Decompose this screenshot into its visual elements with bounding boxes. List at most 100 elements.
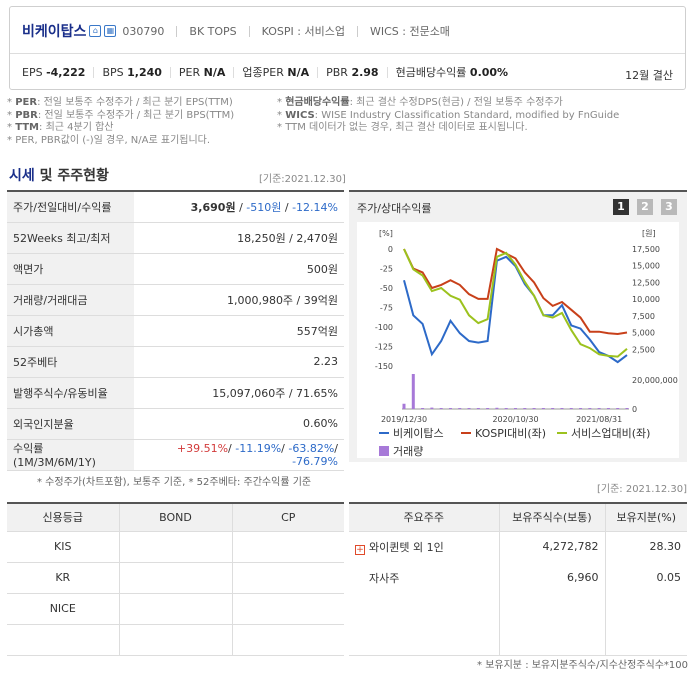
chart-page-3-button[interactable]: 3 [661, 199, 677, 215]
market-value-part: 3,690원 [190, 200, 236, 214]
holder-name[interactable]: + 와이퀸텟 외 1인 [349, 531, 499, 562]
market-value: 2.23 [134, 346, 344, 378]
legend-item-volume: 거래량 [393, 445, 423, 458]
right-tick-label: 2,500 [632, 345, 655, 354]
chart-page-buttons: 1 2 3 [605, 199, 677, 215]
volume-bar [402, 403, 406, 409]
market-value: 0.60% [134, 408, 344, 440]
credit-agency: KR [7, 562, 119, 594]
volume-bar [421, 408, 425, 409]
left-tick-label: -75 [380, 304, 393, 313]
credit-cp [231, 531, 344, 563]
market-value: 500원 [134, 253, 344, 285]
volume-bar [569, 408, 573, 409]
credit-table: 신용등급 BOND CP KIS KR NICE [7, 502, 344, 656]
company-name: 비케이탑스 [22, 24, 87, 40]
market-table: 주가/전일대비/수익률 3,690원 / -510원 / -12.14% 52Wee… [7, 190, 344, 471]
holders-table: 주요주주 보유주식수(보통) 보유지분(%) + 와이퀸텟 외 1인 4,272,… [349, 502, 687, 656]
credit-bond [118, 593, 232, 625]
legend-item-volume-swatch [379, 446, 389, 456]
holders-header-name: 주요주주 [349, 503, 499, 532]
left-axis-unit: [%] [379, 229, 393, 238]
note-dividend: * 현금배당수익률: 최근 결산 수정DPS(현금) / 전일 보통주 수정주가 [277, 97, 563, 108]
market-note: * 수정주가(차트포함), 보통주 기준, * 52주베타: 주간수익률 기준 [37, 477, 312, 488]
table-row: 52주베타 2.23 [7, 346, 344, 378]
metric-bps: BPS 1,240 [102, 67, 171, 78]
table-row: 외국인지분율 0.60% [7, 408, 344, 440]
holder-shares: 4,272,782 [498, 531, 605, 562]
english-name: BK TOPS [176, 25, 237, 37]
table-row: NICE [7, 593, 344, 625]
volume-bar [439, 408, 443, 409]
metric-sector-per: 업종PER N/A [242, 67, 319, 78]
holder-pct: 0.05 [604, 562, 687, 593]
note-pbr: * PBR: 전일 보통주 수정주가 / 최근 분기 BPS(TTM) [7, 109, 235, 121]
metric-pbr: PBR 2.98 [326, 67, 388, 78]
chart-plot: [%] 0 -25 -50 -75 -100 -125 -150 [원] 17,500 15,000… [357, 222, 679, 458]
market-value-part: / [235, 200, 247, 214]
market-key: 액면가 [7, 253, 134, 285]
table-row: 거래량/거래대금 1,000,980주 / 39억원 [7, 284, 344, 316]
holder-pct: 28.30 [604, 531, 687, 562]
volume-bar [597, 408, 601, 409]
section-title: 시세 및 주주현황 [9, 168, 109, 184]
market-value-part: 0.60% [303, 417, 338, 430]
chart-page-2-button[interactable]: 2 [637, 199, 653, 215]
left-tick-label: -50 [380, 284, 393, 293]
table-row: + 와이퀸텟 외 1인 4,272,782 28.30 [349, 531, 687, 562]
note-wics: * WICS: WISE Industry Classification Sta… [277, 109, 620, 121]
legend-item-service: 서비스업대비(좌) [571, 427, 650, 440]
market-value: 557억원 [134, 315, 344, 347]
volume-bar [514, 408, 517, 409]
holders-header-pct: 보유지분(%) [604, 503, 687, 532]
credit-agency: KIS [7, 531, 119, 563]
holder-name: 자사주 [369, 571, 400, 585]
volume-bar [551, 408, 555, 409]
credit-bond [118, 562, 232, 594]
market-value-part: / [334, 441, 338, 455]
table-row: 시가총액 557억원 [7, 315, 344, 347]
credit-bond [118, 624, 232, 656]
volume-tick-label: 0 [632, 405, 637, 414]
chart-page-1-button[interactable]: 1 [613, 199, 629, 215]
table-row [349, 593, 687, 624]
volume-bar [458, 408, 462, 409]
right-tick-label: 10,000 [632, 295, 660, 304]
market-key: 발행주식수/유동비율 [7, 377, 134, 409]
volume-bar [625, 408, 629, 409]
table-row: 발행주식수/유동비율 15,097,060주 / 71.65% [7, 377, 344, 409]
metrics-row: EPS -4,222 BPS 1,240 PER N/A 업종PER N/A P… [22, 67, 524, 78]
credit-cp [231, 624, 344, 656]
left-tick-label: 0 [388, 245, 393, 254]
right-tick-label: 17,500 [632, 245, 660, 254]
notes-left: * PER: 전일 보통주 수정주가 / 최근 분기 EPS(TTM) * PB… [7, 97, 234, 147]
volume-bar [411, 374, 415, 409]
series-line-1 [403, 247, 628, 336]
market-key: 외국인지분율 [7, 408, 134, 440]
market-value-part: +39.51% [176, 441, 229, 455]
market-value-part: 15,097,060주 / 71.65% [212, 386, 338, 400]
building-icon[interactable]: ▦ [104, 25, 117, 37]
market-key: 52주베타 [7, 346, 134, 378]
volume-bar [495, 407, 499, 409]
table-row: 주가/전일대비/수익률 3,690원 / -510원 / -12.14% [7, 191, 344, 223]
left-tick-label: -25 [380, 265, 393, 274]
chart-title: 주가/상대수익률 [357, 202, 432, 215]
left-tick-label: -100 [375, 323, 393, 332]
market-value: 15,097,060주 / 71.65% [134, 377, 344, 409]
credit-cp [231, 593, 344, 625]
market-value: 18,250원 / 2,470원 [134, 222, 344, 254]
fiscal-month: 12월 결산 [625, 69, 673, 82]
credit-header-rating: 신용등급 [7, 503, 119, 532]
right-tick-label: 15,000 [632, 262, 660, 271]
home-icon[interactable]: ⌂ [89, 25, 102, 37]
chart-panel: 주가/상대수익률 1 2 3 [%] 0 -25 -50 -75 -100 -125 -150… [349, 190, 687, 462]
expand-plus-icon[interactable]: + [355, 544, 365, 555]
market-value-part: 18,250원 / 2,470원 [237, 231, 338, 245]
holder-shares [498, 593, 605, 624]
volume-bar [476, 408, 480, 409]
market-value: 3,690원 / -510원 / -12.14% [134, 191, 344, 223]
metric-eps: EPS -4,222 [22, 67, 95, 78]
volume-bar [606, 408, 610, 409]
metric-per: PER N/A [179, 67, 235, 78]
